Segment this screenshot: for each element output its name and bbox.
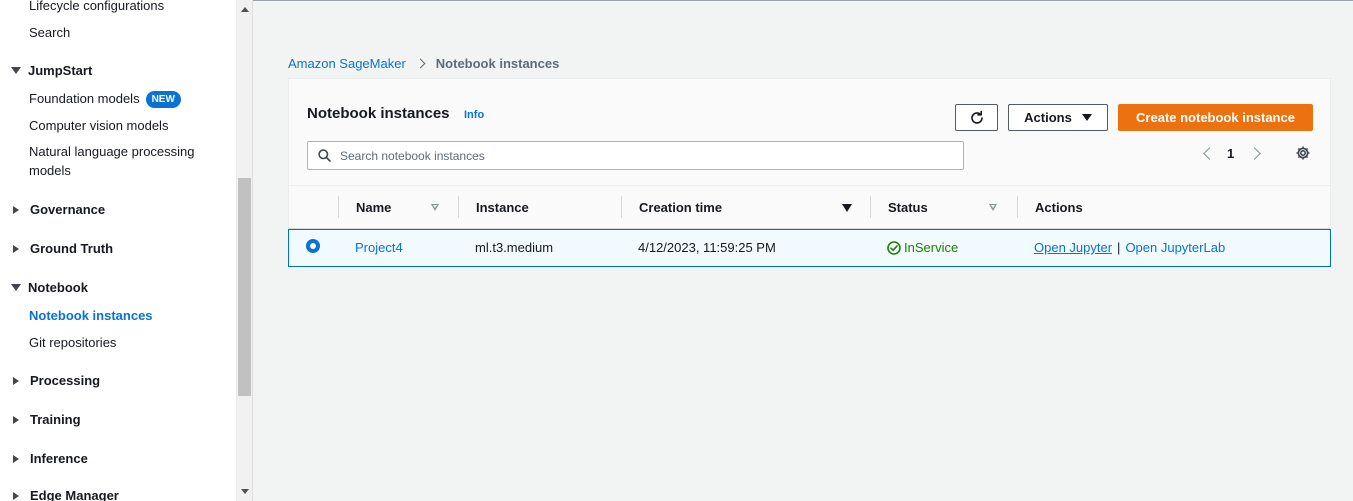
sidebar-group-label: Training xyxy=(30,412,81,427)
header-divider xyxy=(253,0,1353,1)
sidebar-item-lifecycle-configurations[interactable]: Lifecycle configurations xyxy=(29,0,164,13)
sort-descending-icon[interactable] xyxy=(842,204,852,212)
sidebar-item-git-repositories[interactable]: Git repositories xyxy=(29,335,116,350)
breadcrumb-link-sagemaker[interactable]: Amazon SageMaker xyxy=(288,56,406,71)
breadcrumb-current: Notebook instances xyxy=(435,56,560,71)
actions-dropdown-button[interactable]: Actions xyxy=(1008,104,1108,131)
collapsed-caret-icon xyxy=(13,415,19,424)
sidebar-group-ground-truth[interactable]: Ground Truth xyxy=(11,241,113,256)
pagination: 1 xyxy=(1199,143,1262,163)
open-jupyter-link[interactable]: Open Jupyter xyxy=(1034,240,1112,255)
sidebar-group-notebook[interactable]: Notebook xyxy=(11,280,88,295)
page-number[interactable]: 1 xyxy=(1227,146,1234,161)
breadcrumb: Amazon SageMaker Notebook instances xyxy=(288,56,559,71)
success-check-icon xyxy=(887,240,901,255)
sidebar-scrollbar[interactable] xyxy=(236,0,253,501)
column-header-instance[interactable]: Instance xyxy=(476,200,529,215)
column-header-actions: Actions xyxy=(1035,200,1083,215)
collapsed-caret-icon xyxy=(13,376,19,385)
expanded-caret-icon xyxy=(11,284,21,291)
refresh-button[interactable] xyxy=(955,104,998,131)
sidebar-item-label-line2: models xyxy=(29,163,71,178)
sort-icon[interactable] xyxy=(431,204,439,211)
column-divider xyxy=(458,196,459,218)
column-divider xyxy=(621,196,622,218)
actions-button-label: Actions xyxy=(1024,110,1072,125)
info-link[interactable]: Info xyxy=(464,109,484,121)
sidebar-item-label: Natural language processing xyxy=(29,144,195,159)
instance-name-link[interactable]: Project4 xyxy=(355,240,403,255)
sidebar-group-governance[interactable]: Governance xyxy=(11,202,105,217)
table-row[interactable]: Project4 ml.t3.medium 4/12/2023, 11:59:2… xyxy=(288,229,1331,267)
column-divider xyxy=(1017,196,1018,218)
scroll-down-arrow-icon[interactable] xyxy=(241,489,249,494)
sidebar-group-label: Notebook xyxy=(28,280,88,295)
open-jupyterlab-link[interactable]: Open JupyterLab xyxy=(1125,240,1225,255)
status-text: InService xyxy=(904,240,959,255)
create-notebook-instance-button[interactable]: Create notebook instance xyxy=(1118,104,1313,131)
page-title: Notebook instances xyxy=(307,105,450,122)
collapsed-caret-icon xyxy=(13,454,19,463)
next-page-icon[interactable] xyxy=(1248,146,1262,160)
sidebar-item-nlp-models[interactable]: Natural language processing models xyxy=(29,144,195,178)
sidebar-group-label: Processing xyxy=(30,373,101,388)
chevron-right-icon xyxy=(415,58,426,69)
scroll-thumb[interactable] xyxy=(238,178,251,396)
sidebar-group-jumpstart[interactable]: JumpStart xyxy=(11,63,92,78)
caret-down-icon xyxy=(1081,114,1092,121)
sidebar: Lifecycle configurations Search JumpStar… xyxy=(0,0,236,501)
sidebar-group-label: JumpStart xyxy=(28,63,93,78)
notebook-instances-panel: Notebook instances Info Actions Create n… xyxy=(288,78,1331,267)
gear-icon xyxy=(1296,146,1310,160)
refresh-icon xyxy=(970,110,983,124)
row-actions: Open Jupyter | Open JupyterLab xyxy=(1034,240,1225,255)
search-field[interactable] xyxy=(307,141,964,170)
collapsed-caret-icon xyxy=(13,491,19,500)
table-header: Name Instance Creation time Status Actio… xyxy=(288,185,1331,229)
status-indicator: InService xyxy=(887,240,958,255)
sidebar-group-training[interactable]: Training xyxy=(11,412,81,427)
row-select-radio[interactable] xyxy=(306,239,320,253)
column-header-status[interactable]: Status xyxy=(888,200,928,215)
column-header-name[interactable]: Name xyxy=(356,200,391,215)
sidebar-item-label: Foundation models xyxy=(29,91,140,106)
sidebar-item-notebook-instances[interactable]: Notebook instances xyxy=(29,308,153,323)
sidebar-group-edge-manager[interactable]: Edge Manager xyxy=(11,488,119,501)
column-divider xyxy=(338,196,339,218)
creation-time: 4/12/2023, 11:59:25 PM xyxy=(638,240,776,255)
sort-icon[interactable] xyxy=(989,204,997,211)
sidebar-group-label: Governance xyxy=(30,202,106,217)
sidebar-item-foundation-models[interactable]: Foundation models NEW xyxy=(29,91,181,109)
sidebar-group-inference[interactable]: Inference xyxy=(11,451,88,466)
action-separator: | xyxy=(1117,240,1121,255)
collapsed-caret-icon xyxy=(13,244,19,253)
column-divider xyxy=(870,196,871,218)
panel-header: Notebook instances Info Actions Create n… xyxy=(288,78,1331,185)
sidebar-group-label: Ground Truth xyxy=(30,241,114,256)
expanded-caret-icon xyxy=(11,67,21,74)
collapsed-caret-icon xyxy=(13,205,19,214)
scroll-up-arrow-icon[interactable] xyxy=(241,7,249,12)
sidebar-group-label: Inference xyxy=(30,451,88,466)
search-icon xyxy=(318,149,331,162)
previous-page-icon[interactable] xyxy=(1203,146,1216,160)
preferences-button[interactable] xyxy=(1295,145,1311,166)
search-input[interactable] xyxy=(340,148,940,163)
instance-type: ml.t3.medium xyxy=(475,240,554,255)
sidebar-group-processing[interactable]: Processing xyxy=(11,373,100,388)
column-header-creation-time[interactable]: Creation time xyxy=(639,200,722,215)
sidebar-item-computer-vision-models[interactable]: Computer vision models xyxy=(29,118,168,133)
sidebar-group-label: Edge Manager xyxy=(30,488,119,501)
sidebar-item-search[interactable]: Search xyxy=(29,25,70,40)
new-badge: NEW xyxy=(145,91,181,109)
